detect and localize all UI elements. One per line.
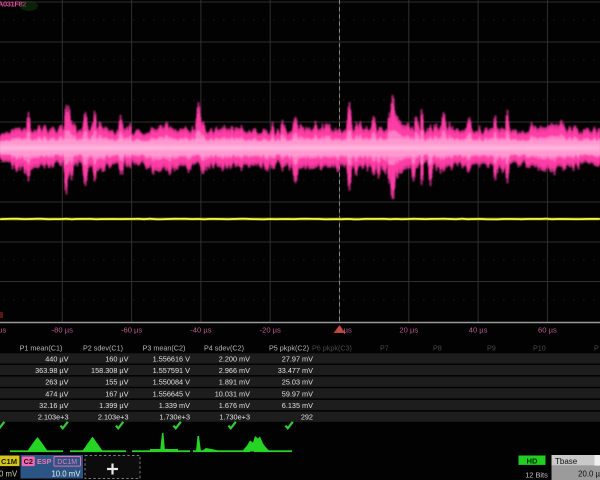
svg-text:1.399 µV: 1.399 µV <box>99 401 128 410</box>
svg-text:1.556645 V: 1.556645 V <box>153 389 190 398</box>
svg-text:40 µs: 40 µs <box>469 326 488 335</box>
svg-text:DC1M: DC1M <box>57 459 77 466</box>
svg-text:27.97 mV: 27.97 mV <box>282 354 313 363</box>
svg-text:2.200 mV: 2.200 mV <box>219 354 250 363</box>
svg-text:160 µV: 160 µV <box>105 354 128 363</box>
svg-text:ESP: ESP <box>37 457 52 466</box>
svg-text:292: 292 <box>301 413 313 422</box>
svg-text:P9: P9 <box>487 344 496 353</box>
svg-text:C1M: C1M <box>1 457 17 466</box>
svg-text:12 Bits: 12 Bits <box>525 471 548 480</box>
svg-text:1.730e+3: 1.730e+3 <box>219 413 250 422</box>
svg-text:1.557591 V: 1.557591 V <box>153 366 190 375</box>
svg-text:P3 mean(C2): P3 mean(C2) <box>143 344 186 353</box>
svg-text:P5 pkpk(C2): P5 pkpk(C2) <box>269 344 309 353</box>
svg-text:33.477 mV: 33.477 mV <box>278 366 313 375</box>
svg-text:1.730e+3: 1.730e+3 <box>159 413 190 422</box>
svg-text:25.03 mV: 25.03 mV <box>282 378 313 387</box>
svg-text:0 µs: 0 µs <box>337 326 352 335</box>
svg-text:363.98 µV: 363.98 µV <box>35 366 69 375</box>
svg-text:440 µV: 440 µV <box>45 354 68 363</box>
svg-text:P6 pkpk(C3): P6 pkpk(C3) <box>312 344 352 353</box>
svg-text:P: P <box>594 344 599 353</box>
svg-text:P4 sdev(C2): P4 sdev(C2) <box>204 344 244 353</box>
svg-text:-40 µs: -40 µs <box>190 326 211 335</box>
svg-text:P10: P10 <box>533 344 546 353</box>
svg-text:32.16 µV: 32.16 µV <box>39 401 68 410</box>
svg-text:C2: C2 <box>24 457 33 466</box>
svg-text:Tbase: Tbase <box>555 457 578 466</box>
svg-text:HD: HD <box>527 456 538 465</box>
svg-text:P8: P8 <box>433 344 442 353</box>
svg-text:-80 µs: -80 µs <box>52 326 73 335</box>
svg-text:1.676 mV: 1.676 mV <box>219 401 250 410</box>
svg-text:6.135 mV: 6.135 mV <box>282 401 313 410</box>
svg-text:2.103e+3: 2.103e+3 <box>98 413 129 422</box>
svg-text:10.031 mV: 10.031 mV <box>215 389 250 398</box>
svg-text:155 µV: 155 µV <box>105 378 128 387</box>
svg-text:10.0 mV: 10.0 mV <box>51 470 81 479</box>
svg-text:474 µV: 474 µV <box>45 389 68 398</box>
svg-text:20.0 µ: 20.0 µ <box>578 470 600 479</box>
svg-text:1.556616 V: 1.556616 V <box>153 354 190 363</box>
svg-text:-100 µs: -100 µs <box>0 326 6 335</box>
svg-text:P2 sdev(C1): P2 sdev(C1) <box>83 344 123 353</box>
svg-text:P1 mean(C1): P1 mean(C1) <box>20 344 63 353</box>
svg-text:-60 µs: -60 µs <box>121 326 142 335</box>
svg-text:20 µs: 20 µs <box>399 326 418 335</box>
svg-text:P7: P7 <box>380 344 389 353</box>
svg-text:2.966 mV: 2.966 mV <box>219 366 250 375</box>
svg-text:60 µs: 60 µs <box>538 326 557 335</box>
svg-text:2.103e+3: 2.103e+3 <box>38 413 69 422</box>
svg-text:-20 µs: -20 µs <box>260 326 281 335</box>
svg-text:59.97 mV: 59.97 mV <box>282 389 313 398</box>
svg-text:0 mV: 0 mV <box>0 470 18 479</box>
svg-text:1.550084 V: 1.550084 V <box>153 378 190 387</box>
svg-text:1.339 mV: 1.339 mV <box>159 401 190 410</box>
svg-text:263 µV: 263 µV <box>45 378 68 387</box>
svg-text:1.891 mV: 1.891 mV <box>219 378 250 387</box>
svg-text:167 µV: 167 µV <box>105 389 128 398</box>
svg-text:158.308 µV: 158.308 µV <box>91 366 129 375</box>
